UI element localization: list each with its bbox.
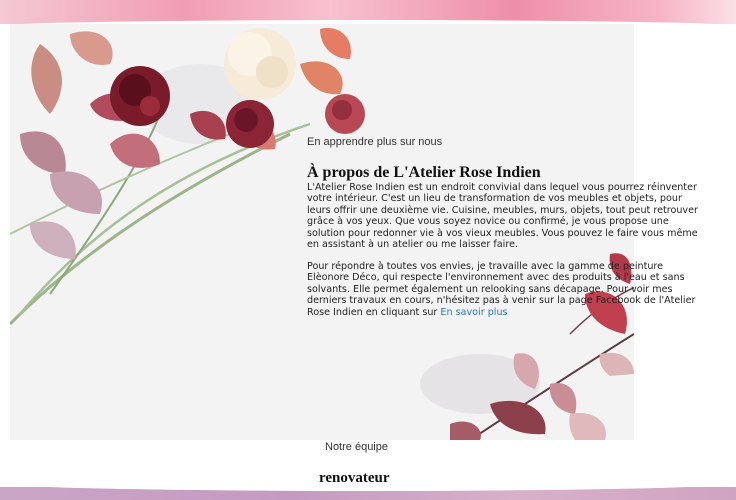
team-label: Notre équipe — [325, 441, 388, 453]
bottom-banner-image — [0, 483, 736, 500]
top-banner-image — [0, 0, 736, 26]
about-paragraph-2: Pour répondre à toutes vos envies, je tr… — [307, 261, 702, 318]
about-paragraph-1: L'Atelier Rose Indien est un endroit con… — [307, 182, 698, 251]
about-subtitle: En apprendre plus sur nous — [307, 136, 443, 148]
learn-more-link[interactable]: En savoir plus — [440, 307, 507, 318]
about-title: À propos de L'Atelier Rose Indien — [307, 164, 541, 181]
